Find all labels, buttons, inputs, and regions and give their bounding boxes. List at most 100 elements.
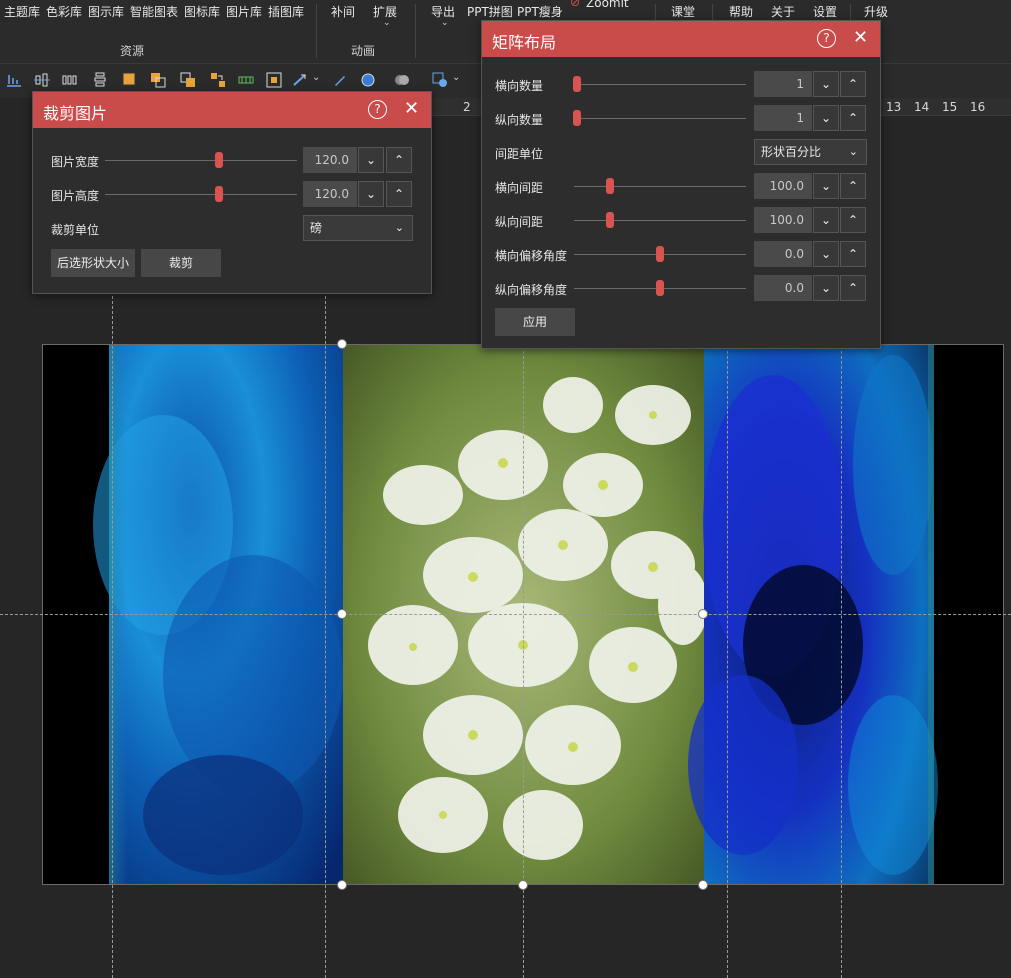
chevron-down-icon[interactable]: ⌄ xyxy=(813,105,839,131)
chevron-up-icon[interactable]: ⌃ xyxy=(840,241,866,267)
merge-shapes-icon[interactable] xyxy=(394,72,410,88)
theme-library-button[interactable]: 主题库 xyxy=(4,3,40,20)
resize-handle[interactable] xyxy=(698,609,708,619)
swap-position-icon[interactable] xyxy=(210,72,226,88)
ppt-slim-button[interactable]: PPT瘦身 xyxy=(517,3,563,20)
close-icon[interactable]: ✕ xyxy=(404,98,419,119)
classroom-button[interactable]: 课堂 xyxy=(671,3,695,20)
ppt-puzzle-button[interactable]: PPT拼图 xyxy=(467,3,513,20)
apply-button[interactable]: 应用 xyxy=(495,308,575,336)
v-count-label: 纵向数量 xyxy=(495,113,544,127)
shape-fill-icon[interactable] xyxy=(432,72,448,88)
chevron-down-icon[interactable]: ⌄ xyxy=(813,207,839,233)
close-icon[interactable]: ✕ xyxy=(853,27,868,48)
snap-icon[interactable] xyxy=(238,72,254,88)
picture-library-button[interactable]: 图片库 xyxy=(226,3,262,20)
smart-chart-button[interactable]: 智能图表 xyxy=(130,3,178,20)
same-size-icon[interactable] xyxy=(122,72,138,88)
help-icon[interactable]: ? xyxy=(368,100,387,119)
zoomit-icon: ⊘ xyxy=(570,0,581,9)
chevron-down-icon[interactable]: ⌄ xyxy=(813,241,839,267)
height-slider-thumb[interactable] xyxy=(215,186,223,202)
illustration-library-button[interactable]: 插图库 xyxy=(268,3,304,20)
height-label: 图片高度 xyxy=(51,189,100,203)
h-count-slider-thumb[interactable] xyxy=(573,76,581,92)
rotate-icon[interactable] xyxy=(292,72,308,88)
chevron-down-icon[interactable]: ⌄ xyxy=(358,181,384,207)
chevron-down-icon: ⌄ xyxy=(383,18,391,28)
resize-handle[interactable] xyxy=(518,880,528,890)
v-count-field[interactable]: 1 xyxy=(754,105,812,131)
settings-button[interactable]: 设置 xyxy=(813,3,837,20)
help-button[interactable]: 帮助 xyxy=(729,3,753,20)
crop-button[interactable]: 裁剪 xyxy=(141,249,221,277)
chevron-down-icon[interactable]: ⌄ xyxy=(813,71,839,97)
chevron-up-icon[interactable]: ⌃ xyxy=(840,275,866,301)
h-spacing-slider-track[interactable] xyxy=(574,186,746,187)
tween-button[interactable]: 补间 xyxy=(331,3,355,20)
chevron-down-icon[interactable]: ⌄ xyxy=(452,72,460,83)
resize-handle[interactable] xyxy=(698,880,708,890)
chevron-down-icon[interactable]: ⌄ xyxy=(312,72,320,83)
chevron-up-icon[interactable]: ⌃ xyxy=(386,181,412,207)
width-slider-thumb[interactable] xyxy=(215,152,223,168)
pen-icon[interactable] xyxy=(332,72,348,88)
chevron-down-icon[interactable]: ⌄ xyxy=(813,275,839,301)
distribute-horizontal-icon[interactable] xyxy=(62,72,78,88)
v-count-slider-thumb[interactable] xyxy=(573,110,581,126)
height-slider-track[interactable] xyxy=(105,194,297,195)
v-offset-label: 纵向偏移角度 xyxy=(495,283,568,297)
align-middle-icon[interactable] xyxy=(34,72,50,88)
dialog-title-bar[interactable]: 矩阵布局 ? ✕ xyxy=(482,21,880,57)
color-library-button[interactable]: 色彩库 xyxy=(46,3,82,20)
dialog-title-bar[interactable]: 裁剪图片 ? ✕ xyxy=(33,92,431,128)
upgrade-button[interactable]: 升级 xyxy=(864,3,888,20)
v-spacing-field[interactable]: 100.0 xyxy=(754,207,812,233)
spacing-unit-select[interactable]: 形状百分比 ⌄ xyxy=(754,139,867,165)
v-spacing-slider-track[interactable] xyxy=(574,220,746,221)
resize-handle[interactable] xyxy=(337,339,347,349)
icon-library-button[interactable]: 图标库 xyxy=(184,3,220,20)
distribute-vertical-icon[interactable] xyxy=(92,72,108,88)
chevron-up-icon[interactable]: ⌃ xyxy=(840,207,866,233)
align-bottom-icon[interactable] xyxy=(6,72,22,88)
chevron-down-icon[interactable]: ⌄ xyxy=(358,147,384,173)
resize-handle[interactable] xyxy=(337,609,347,619)
help-icon[interactable]: ? xyxy=(817,29,836,48)
fit-shape-size-button[interactable]: 后选形状大小 xyxy=(51,249,135,277)
resize-handle[interactable] xyxy=(337,880,347,890)
chevron-down-icon[interactable]: ⌄ xyxy=(813,173,839,199)
chevron-up-icon[interactable]: ⌃ xyxy=(840,105,866,131)
h-spacing-field[interactable]: 100.0 xyxy=(754,173,812,199)
crop-unit-value: 磅 xyxy=(310,221,323,235)
v-count-slider-track[interactable] xyxy=(574,118,746,119)
ruler-tick-label: 15 xyxy=(942,100,958,114)
zoomit-button[interactable]: Zoomit xyxy=(586,0,629,10)
dialog-title: 矩阵布局 xyxy=(492,33,557,52)
height-value-field[interactable]: 120.0 xyxy=(303,181,357,207)
h-count-field[interactable]: 1 xyxy=(754,71,812,97)
chevron-up-icon[interactable]: ⌃ xyxy=(840,71,866,97)
about-button[interactable]: 关于 xyxy=(771,3,795,20)
grid-icon[interactable] xyxy=(266,72,282,88)
width-slider-track[interactable] xyxy=(105,160,297,161)
chevron-up-icon[interactable]: ⌃ xyxy=(840,173,866,199)
crop-unit-select[interactable]: 磅 ⌄ xyxy=(303,215,413,241)
h-count-slider-track[interactable] xyxy=(574,84,746,85)
diagram-library-button[interactable]: 图示库 xyxy=(88,3,124,20)
h-offset-field[interactable]: 0.0 xyxy=(754,241,812,267)
v-offset-slider-thumb[interactable] xyxy=(656,280,664,296)
h-count-label: 横向数量 xyxy=(495,79,544,93)
same-height-icon[interactable] xyxy=(180,72,196,88)
chevron-up-icon[interactable]: ⌃ xyxy=(386,147,412,173)
circle-select-icon[interactable] xyxy=(360,72,376,88)
same-width-icon[interactable] xyxy=(150,72,166,88)
v-offset-field[interactable]: 0.0 xyxy=(754,275,812,301)
chevron-down-icon: ⌄ xyxy=(394,221,404,234)
v-spacing-slider-thumb[interactable] xyxy=(606,212,614,228)
guide-line xyxy=(727,286,728,978)
h-offset-slider-thumb[interactable] xyxy=(656,246,664,262)
dialog-title: 裁剪图片 xyxy=(43,104,108,123)
h-spacing-slider-thumb[interactable] xyxy=(606,178,614,194)
width-value-field[interactable]: 120.0 xyxy=(303,147,357,173)
